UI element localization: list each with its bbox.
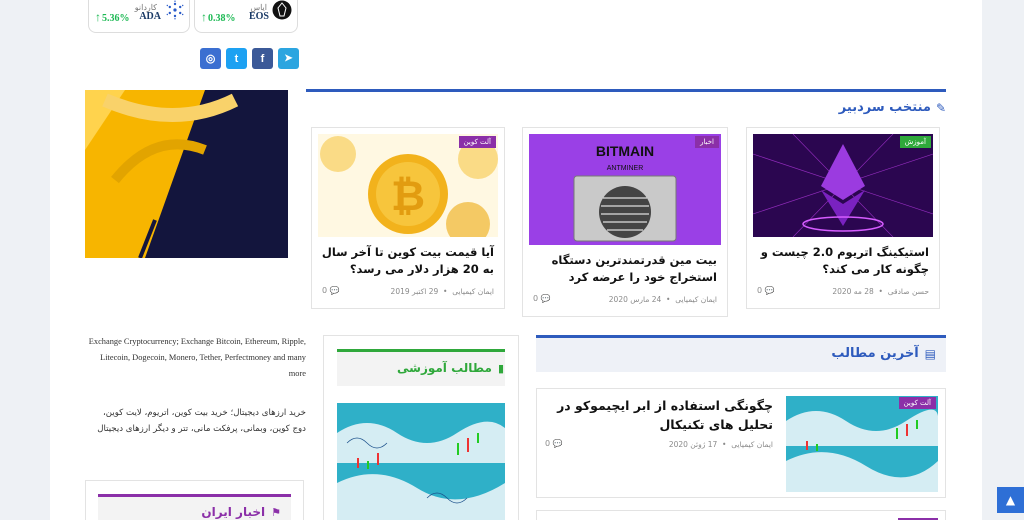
sidebar-banner[interactable] bbox=[85, 90, 288, 258]
section-title: منتخب سردبیر bbox=[838, 100, 931, 115]
bitcoin-icon: ₿ bbox=[391, 172, 425, 219]
eos-icon bbox=[272, 0, 292, 20]
ticker-change: ↑0.38% bbox=[201, 10, 236, 24]
section-line bbox=[306, 89, 946, 92]
scroll-top-button[interactable]: ▲ bbox=[997, 487, 1024, 513]
article-image[interactable] bbox=[786, 396, 938, 492]
antminer-image: BITMAIN ANTMINER bbox=[529, 134, 721, 245]
sidebar-description-en: Exchange Cryptocurrency; Exchange Bitcoi… bbox=[88, 337, 306, 378]
date: 24 مارس 2020 bbox=[608, 295, 662, 304]
category-badge[interactable]: آلت کوین bbox=[458, 136, 496, 148]
article-meta: ایمان کیمیایی • 24 مارس 2020 bbox=[608, 295, 717, 304]
sidebar-description-fa: خرید ارزهای دیجیتال؛ خرید بیت کوین، اتری… bbox=[97, 408, 306, 434]
twitter-icon[interactable]: t bbox=[226, 48, 247, 69]
ticker-symbol: ADA bbox=[139, 11, 161, 22]
facebook-icon[interactable]: f bbox=[252, 48, 273, 69]
instagram-icon[interactable]: ◎ bbox=[200, 48, 221, 69]
article-title[interactable]: چگونگی استفاده از ابر ایچیموکو در تحلیل … bbox=[547, 396, 773, 434]
comment-icon: 💬 bbox=[764, 286, 775, 295]
ticker-change: ↑5.36% bbox=[95, 10, 130, 24]
date: 29 اکتبر 2019 bbox=[390, 287, 439, 296]
date: 28 مه 2020 bbox=[832, 287, 874, 296]
article-image[interactable] bbox=[337, 403, 505, 520]
category-badge[interactable]: اخبار bbox=[695, 136, 719, 148]
arrow-up-icon: ▲ bbox=[1005, 493, 1016, 507]
article-card[interactable]: آلت کوین چگونگی استفاده از ابر ایچیموکو … bbox=[536, 388, 946, 498]
comment-count[interactable]: 0 💬 bbox=[757, 286, 775, 295]
section-title[interactable]: آخرین مطالب bbox=[831, 346, 918, 361]
antminer-logo-text: ANTMINER bbox=[607, 165, 644, 172]
comment-icon: 💬 bbox=[540, 294, 551, 303]
editors-pick-header: منتخب سردبیر ✎ bbox=[839, 100, 946, 115]
author[interactable]: ایمان کیمیایی bbox=[731, 440, 773, 449]
ethereum-image bbox=[753, 134, 933, 237]
article-meta: ایمان کیمیایی • 17 ژوئن 2020 bbox=[668, 440, 773, 449]
category-badge[interactable]: آلت کوین bbox=[898, 397, 936, 409]
ichimoku-image bbox=[786, 396, 938, 492]
ticker-symbol: EOS bbox=[248, 11, 269, 22]
ticker-eos[interactable]: ↑0.38% ایاس EOS bbox=[194, 0, 298, 33]
comment-count[interactable]: 0 💬 bbox=[545, 439, 563, 448]
section-title[interactable]: اخبار ایران bbox=[201, 505, 265, 519]
category-badge[interactable]: آموزش bbox=[899, 136, 931, 148]
article-image[interactable]: ₿ bbox=[318, 134, 498, 237]
news-icon: ▤ bbox=[924, 346, 936, 361]
article-title[interactable]: استیکینگ اتریوم 2.0 چیست و چگونه کار می … bbox=[753, 244, 929, 278]
ichimoku-image bbox=[337, 403, 505, 520]
comment-count[interactable]: 0 💬 bbox=[533, 294, 551, 303]
author[interactable]: ایمان کیمیایی bbox=[452, 287, 494, 296]
author[interactable]: ایمان کیمیایی bbox=[675, 295, 717, 304]
article-card[interactable]: BITMAIN ANTMINER اخبار بیت مین قدرتمندتر… bbox=[522, 127, 728, 317]
telegram-icon[interactable]: ➤ bbox=[278, 48, 299, 69]
author[interactable]: حسن صادقی bbox=[888, 287, 929, 296]
page-container: ↑5.36% کاردانو ADA ↑0.38% ایاس EOS ◎ t f… bbox=[50, 0, 982, 520]
iran-news-header: اخبار ایران ⚑ bbox=[201, 505, 281, 519]
cardano-icon bbox=[166, 0, 184, 20]
banner-graphic bbox=[85, 90, 288, 258]
bitmain-logo-text: BITMAIN bbox=[596, 143, 654, 159]
article-card[interactable]: آموزش استیکینگ اتریوم 2.0 چیست و چگونه ک… bbox=[746, 127, 940, 309]
comment-icon: 💬 bbox=[552, 439, 563, 448]
book-icon: ▮ bbox=[497, 361, 504, 375]
article-image[interactable]: BITMAIN ANTMINER bbox=[529, 134, 721, 245]
latest-header: آخرین مطالب ▤ bbox=[831, 346, 936, 361]
section-title[interactable]: مطالب آموزشی bbox=[397, 361, 492, 375]
educational-header: مطالب آموزشی ▮ bbox=[397, 361, 504, 375]
comment-count[interactable]: 0 💬 bbox=[322, 286, 340, 295]
bitcoin-image: ₿ bbox=[318, 134, 498, 237]
article-image[interactable] bbox=[753, 134, 933, 237]
edit-icon: ✎ bbox=[935, 100, 946, 115]
article-title[interactable]: بیت مین قدرتمندترین دستگاه استخراج خود ر… bbox=[527, 252, 717, 286]
ticker-ada[interactable]: ↑5.36% کاردانو ADA bbox=[88, 0, 190, 33]
article-meta: ایمان کیمیایی • 29 اکتبر 2019 bbox=[390, 287, 494, 296]
iran-news-widget: اخبار ایران ⚑ bbox=[85, 480, 304, 520]
date: 17 ژوئن 2020 bbox=[668, 440, 718, 449]
flag-icon: ⚑ bbox=[271, 505, 281, 519]
article-meta: حسن صادقی • 28 مه 2020 bbox=[832, 287, 929, 296]
article-title[interactable]: آیا قیمت بیت کوین تا آخر سال به 20 هزار … bbox=[318, 244, 494, 278]
educational-widget: مطالب آموزشی ▮ bbox=[323, 335, 519, 520]
article-card[interactable] bbox=[536, 510, 946, 520]
article-card[interactable]: ₿ آلت کوین آیا قیمت بیت کوین تا آخر سال … bbox=[311, 127, 505, 309]
comment-icon: 💬 bbox=[329, 286, 340, 295]
